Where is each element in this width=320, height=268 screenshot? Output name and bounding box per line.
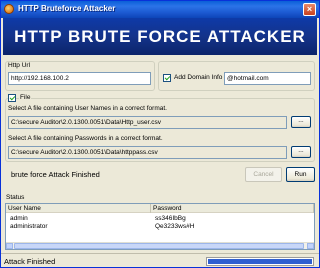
title-bar[interactable]: HTTP Bruteforce Attacker ×	[1, 1, 319, 18]
add-domain-label: Add Domain Info	[174, 74, 223, 81]
status-section-label: Status	[6, 194, 25, 201]
scroll-right-arrow-icon[interactable]	[307, 243, 314, 249]
statusbar-text: Attack Finished	[4, 257, 56, 266]
result-row-1-password[interactable]: ss346IbBg	[155, 215, 186, 223]
passwords-path-field[interactable]: C:\secure Auditor\2.0.1300.0051\Data\htt…	[8, 146, 287, 159]
file-label: File	[19, 94, 32, 101]
domain-input[interactable]: @hotmail.com	[224, 72, 311, 85]
run-button[interactable]: Run	[286, 167, 315, 182]
column-header-username[interactable]: User Name	[6, 204, 151, 213]
window-title: HTTP Bruteforce Attacker	[18, 4, 116, 13]
header-banner: HTTP BRUTE FORCE ATTACKER	[3, 18, 317, 55]
browse-passwords-button[interactable]: ...	[291, 146, 311, 158]
app-icon	[4, 4, 14, 14]
browse-usernames-button[interactable]: ...	[291, 116, 311, 128]
status-bar: Attack Finished	[1, 253, 319, 267]
results-list[interactable]: User Name Password admin ss346IbBg admin…	[5, 203, 315, 250]
progress-bar	[206, 257, 314, 266]
http-url-input[interactable]: http://192.168.100.2	[8, 72, 151, 85]
usernames-label: Select A file containing User Names in a…	[8, 105, 167, 112]
horizontal-scrollbar[interactable]	[6, 242, 314, 249]
column-header-password[interactable]: Password	[151, 204, 314, 213]
add-domain-checkbox[interactable]	[163, 74, 171, 82]
attack-status-text: brute force Attack Finished	[11, 170, 100, 179]
http-url-label: Http Url	[8, 62, 31, 69]
result-row-2-password[interactable]: Qe3233ws#H	[155, 223, 194, 231]
result-row-1-username[interactable]: admin	[10, 215, 28, 223]
scrollbar-thumb[interactable]	[14, 243, 304, 249]
file-checkbox[interactable]	[8, 94, 16, 102]
progress-fill	[208, 259, 312, 264]
scroll-left-arrow-icon[interactable]	[6, 243, 13, 249]
cancel-button[interactable]: Cancel	[245, 167, 282, 182]
passwords-label: Select A file containing Passwords in a …	[8, 135, 163, 142]
usernames-path-field[interactable]: C:\secure Auditor\2.0.1300.0051\Data\Htt…	[8, 116, 287, 129]
close-button[interactable]: ×	[303, 3, 316, 16]
results-header: User Name Password	[6, 204, 314, 213]
app-window: HTTP Bruteforce Attacker × HTTP BRUTE FO…	[0, 0, 320, 268]
banner-title: HTTP BRUTE FORCE ATTACKER	[14, 27, 306, 46]
result-row-2-username[interactable]: administrator	[10, 223, 48, 231]
